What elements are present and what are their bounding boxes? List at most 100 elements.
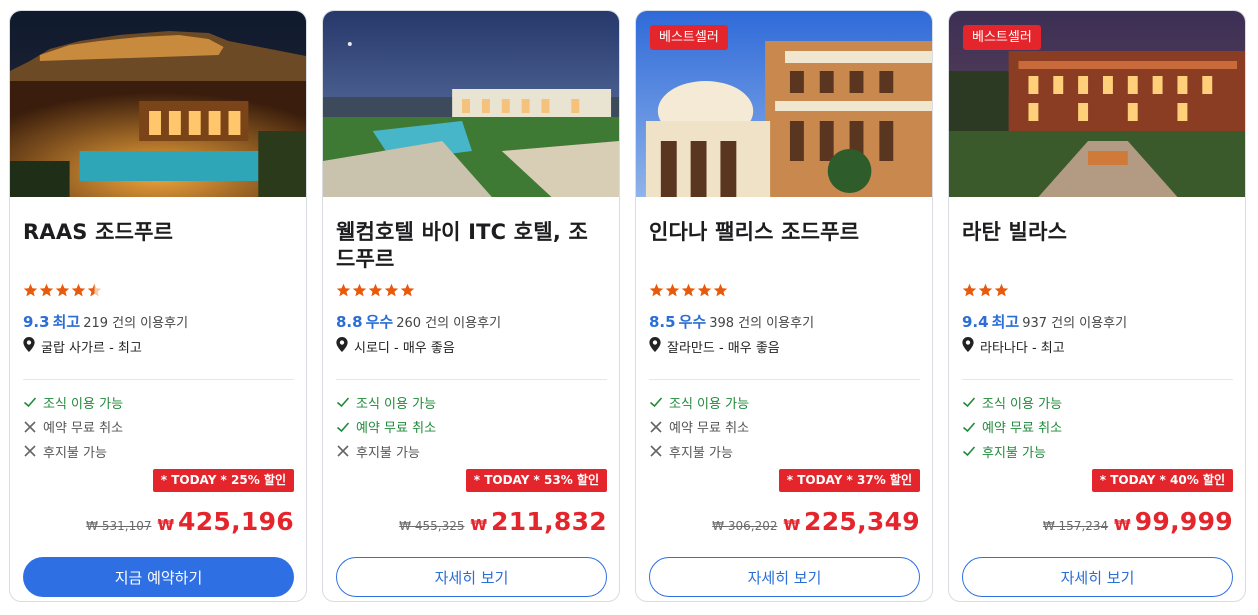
feature-list: 조식 이용 가능예약 무료 취소후지불 가능	[23, 390, 123, 464]
score-label: 우수	[678, 313, 707, 331]
card-body: 웰컴호텔 바이 ITC 호텔, 조드푸르 8.8 우수 260 건의 이용후기 시로…	[323, 197, 619, 601]
review-score: 9.4 최고 937 건의 이용후기	[962, 311, 1127, 332]
star-icon	[713, 283, 728, 297]
hotel-photo[interactable]: 베스트셀러	[949, 11, 1245, 197]
location: 라타나다 - 최고	[962, 337, 1065, 356]
star-icon	[962, 283, 977, 297]
location: 시로디 - 매우 좋음	[336, 337, 455, 356]
feature-label: 조식 이용 가능	[669, 396, 750, 412]
feature-item: 조식 이용 가능	[962, 390, 1062, 415]
current-price: 211,832	[491, 507, 607, 536]
map-pin-icon	[336, 337, 354, 356]
star-icon	[23, 283, 38, 297]
price-block: ₩ 157,234 ₩ 99,999	[1043, 507, 1233, 536]
check-icon	[23, 397, 37, 408]
review-count[interactable]: 398 건의 이용후기	[709, 316, 814, 331]
hotel-name[interactable]: 라탄 빌라스	[962, 219, 1233, 277]
book-now-button[interactable]: 지금 예약하기	[23, 557, 294, 597]
star-rating	[649, 283, 728, 299]
card-body: 인다나 팰리스 조드푸르 8.5 우수 398 건의 이용후기 잘라만드 - 매우 …	[636, 197, 932, 601]
feature-label: 후지불 가능	[982, 445, 1046, 461]
hotel-name[interactable]: RAAS 조드푸르	[23, 219, 294, 277]
discount-badge: * TODAY * 37% 할인	[778, 469, 920, 492]
hotel-card-row: RAAS 조드푸르 9.3 최고 219 건의 이용후기 굴랍 사가르 - 최고 조…	[0, 0, 1258, 615]
score-value: 8.8	[336, 313, 363, 331]
feature-item: 조식 이용 가능	[649, 390, 749, 415]
score-label: 최고	[52, 313, 81, 331]
feature-item: 예약 무료 취소	[336, 415, 436, 440]
star-icon	[665, 283, 680, 297]
feature-item: 예약 무료 취소	[962, 415, 1062, 440]
hotel-card[interactable]: 웰컴호텔 바이 ITC 호텔, 조드푸르 8.8 우수 260 건의 이용후기 시로…	[322, 10, 620, 602]
feature-label: 후지불 가능	[669, 445, 733, 461]
review-count[interactable]: 260 건의 이용후기	[396, 316, 501, 331]
star-icon	[697, 283, 712, 297]
currency-symbol: ₩	[783, 516, 801, 534]
view-details-button[interactable]: 자세히 보기	[649, 557, 920, 597]
star-rating	[336, 283, 415, 299]
review-score: 8.5 우수 398 건의 이용후기	[649, 311, 814, 332]
cross-icon	[650, 421, 662, 433]
feature-label: 후지불 가능	[43, 445, 107, 461]
hotel-card[interactable]: 베스트셀러 인다나 팰리스 조드푸르 8.5 우수 398 건의 이용후기 잘라만드…	[635, 10, 933, 602]
feature-item: 예약 무료 취소	[649, 415, 749, 440]
hotel-photo[interactable]	[323, 11, 619, 197]
check-icon	[962, 422, 976, 432]
feature-label: 예약 무료 취소	[669, 421, 750, 437]
feature-list: 조식 이용 가능예약 무료 취소후지불 가능	[649, 390, 749, 464]
feature-label: 조식 이용 가능	[982, 396, 1063, 412]
cross-icon	[24, 421, 36, 433]
star-icon	[55, 283, 70, 297]
score-value: 8.5	[649, 313, 676, 331]
hotel-card[interactable]: RAAS 조드푸르 9.3 최고 219 건의 이용후기 굴랍 사가르 - 최고 조…	[9, 10, 307, 602]
feature-list: 조식 이용 가능예약 무료 취소후지불 가능	[962, 390, 1062, 464]
bestseller-badge: 베스트셀러	[963, 25, 1041, 50]
feature-item: 예약 무료 취소	[23, 415, 123, 440]
feature-label: 예약 무료 취소	[43, 421, 124, 437]
hotel-card[interactable]: 베스트셀러 라탄 빌라스 9.4 최고 937 건의 이용후기 라타나다 - 최고 …	[948, 10, 1246, 602]
hotel-photo[interactable]: 베스트셀러	[636, 11, 932, 197]
check-icon	[336, 397, 350, 408]
review-count[interactable]: 219 건의 이용후기	[83, 316, 188, 331]
discount-badge: * TODAY * 40% 할인	[1091, 469, 1233, 492]
score-value: 9.3	[23, 313, 50, 331]
feature-label: 조식 이용 가능	[356, 396, 437, 412]
review-score: 8.8 우수 260 건의 이용후기	[336, 311, 501, 332]
review-count[interactable]: 937 건의 이용후기	[1022, 316, 1127, 331]
star-icon	[649, 283, 664, 297]
feature-label: 예약 무료 취소	[982, 421, 1063, 437]
current-price: 425,196	[178, 507, 294, 536]
star-icon	[681, 283, 696, 297]
cross-icon	[650, 445, 662, 457]
star-icon	[39, 283, 54, 297]
divider	[23, 379, 294, 380]
star-icon	[384, 283, 399, 297]
check-icon	[336, 422, 350, 432]
original-price: ₩ 455,325	[399, 519, 465, 533]
card-body: 라탄 빌라스 9.4 최고 937 건의 이용후기 라타나다 - 최고 조식 이용 …	[949, 197, 1245, 601]
feature-item: 후지불 가능	[962, 439, 1062, 464]
view-details-button[interactable]: 자세히 보기	[336, 557, 607, 597]
feature-item: 후지불 가능	[336, 439, 436, 464]
feature-label: 예약 무료 취소	[356, 421, 437, 437]
hotel-name[interactable]: 웰컴호텔 바이 ITC 호텔, 조드푸르	[336, 219, 607, 277]
cross-icon	[24, 445, 36, 457]
discount-badge: * TODAY * 53% 할인	[465, 469, 607, 492]
hotel-name[interactable]: 인다나 팰리스 조드푸르	[649, 219, 920, 277]
location: 잘라만드 - 매우 좋음	[649, 337, 780, 356]
feature-item: 조식 이용 가능	[336, 390, 436, 415]
star-icon	[994, 283, 1009, 297]
card-body: RAAS 조드푸르 9.3 최고 219 건의 이용후기 굴랍 사가르 - 최고 조…	[10, 197, 306, 601]
cross-icon	[337, 445, 349, 457]
view-details-button[interactable]: 자세히 보기	[962, 557, 1233, 597]
check-icon	[962, 397, 976, 408]
original-price: ₩ 157,234	[1042, 519, 1109, 533]
check-icon	[649, 397, 663, 408]
check-icon	[962, 446, 976, 457]
hotel-photo[interactable]	[10, 11, 306, 197]
feature-label: 조식 이용 가능	[43, 396, 124, 412]
location-text: 잘라만드 - 매우 좋음	[667, 341, 780, 356]
map-pin-icon	[23, 337, 41, 356]
star-icon	[400, 283, 415, 297]
price-block: ₩ 306,202 ₩ 225,349	[712, 507, 920, 536]
